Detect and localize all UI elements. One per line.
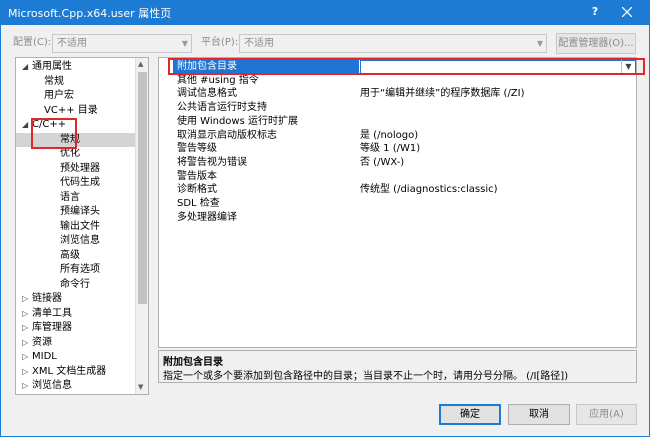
tree-item[interactable]: 清单工具 [32, 307, 72, 321]
property-row[interactable]: 取消显示启动版权标志 是 (/nologo) [159, 129, 636, 143]
property-row[interactable]: 警告版本 [159, 170, 636, 184]
platform-label: 平台(P): [201, 37, 239, 48]
property-value: 传统型 (/diagnostics:classic) [360, 184, 498, 196]
property-name: 调试信息格式 [177, 88, 237, 100]
property-row[interactable]: 附加包含目录 ▼ [159, 60, 636, 74]
tree-item[interactable]: 浏览信息 [32, 379, 72, 393]
tree-item[interactable]: 链接器 [32, 292, 62, 306]
tree-item[interactable]: 所有选项 [60, 263, 100, 277]
tree-item[interactable]: 优化 [60, 147, 80, 161]
property-row[interactable]: SDL 检查 [159, 197, 636, 211]
tree-item[interactable]: 库管理器 [32, 321, 72, 335]
property-name: 取消显示启动版权标志 [177, 129, 277, 141]
description-text: 指定一个或多个要添加到包含路径中的目录；当目录不止一个时，请用分号分隔。 (/I… [163, 371, 569, 382]
property-name: 诊断格式 [177, 184, 217, 196]
tree-item[interactable]: MIDL [32, 350, 57, 364]
property-name: 公共语言运行时支持 [177, 102, 267, 114]
tree-scrollbar[interactable]: ▲ ▼ [135, 58, 148, 394]
config-manager-button[interactable]: 配置管理器(O)... [556, 33, 636, 54]
tree-item[interactable]: C/C++ [32, 118, 66, 132]
close-button[interactable] [612, 0, 642, 25]
scroll-down-icon[interactable]: ▼ [138, 383, 143, 391]
tree-item[interactable]: 命令行 [60, 278, 90, 292]
tree-item[interactable]: 输出文件 [60, 220, 100, 234]
close-icon [621, 6, 633, 18]
property-value: 用于“编辑并继续”的程序数据库 (/ZI) [360, 88, 525, 100]
property-name: SDL 检查 [177, 198, 220, 209]
scrollbar-thumb[interactable] [138, 72, 147, 304]
chevron-down-icon: ▼ [536, 39, 543, 48]
configuration-label: 配置(C): [13, 37, 52, 48]
tree-item[interactable]: VC++ 目录 [44, 104, 98, 118]
property-row[interactable]: 诊断格式 传统型 (/diagnostics:classic) [159, 183, 636, 197]
property-row[interactable]: 警告等级 等级 1 (/W1) [159, 142, 636, 156]
property-name: 附加包含目录 [177, 61, 237, 72]
property-value: 等级 1 (/W1) [360, 143, 421, 155]
tree-item[interactable]: 语言 [60, 191, 80, 205]
property-name-cell[interactable]: 附加包含目录 [173, 60, 359, 74]
configuration-value: 不适用 [57, 38, 87, 49]
property-name: 多处理器编译 [177, 211, 237, 223]
property-row[interactable]: 调试信息格式 用于“编辑并继续”的程序数据库 (/ZI) [159, 87, 636, 101]
scroll-up-icon[interactable]: ▲ [138, 60, 143, 68]
tree-item[interactable]: 资源 [32, 336, 52, 350]
configuration-select[interactable]: 不适用 ▼ [52, 34, 192, 53]
property-value: 是 (/nologo) [360, 129, 419, 141]
property-name: 其他 #using 指令 [177, 74, 259, 86]
property-name: 警告等级 [177, 143, 217, 155]
tree-item[interactable]: 常规 [60, 133, 80, 147]
expand-arrow-icon[interactable]: ▷ [22, 350, 28, 364]
property-row[interactable]: 多处理器编译 [159, 211, 636, 225]
expand-arrow-icon[interactable]: ▷ [22, 321, 28, 335]
property-tree[interactable]: ◢ 通用属性 常规 用户宏 VC++ 目录 ◢ C/C++ 常规 优化 预处理器 代码生成 语言 预编译… [15, 57, 149, 395]
tree-item[interactable]: 代码生成 [60, 176, 100, 190]
property-value: 否 (/WX-) [360, 156, 405, 168]
tree-item[interactable]: 常规 [44, 75, 64, 89]
chevron-down-icon: ▼ [181, 39, 188, 48]
property-row[interactable]: 将警告视为错误 否 (/WX-) [159, 156, 636, 170]
platform-value: 不适用 [244, 38, 274, 49]
tree-item[interactable]: 用户宏 [44, 89, 74, 103]
tree-item[interactable]: 浏览信息 [60, 234, 100, 248]
cancel-button[interactable]: 取消 [508, 404, 570, 425]
collapse-arrow-icon[interactable]: ◢ [22, 60, 28, 74]
tree-item[interactable]: 高级 [60, 249, 80, 263]
tree-item[interactable]: XML 文档生成器 [32, 365, 106, 379]
expand-arrow-icon[interactable]: ▷ [22, 292, 28, 306]
window-title: Microsoft.Cpp.x64.user 属性页 [8, 7, 172, 20]
platform-select[interactable]: 不适用 ▼ [239, 34, 547, 53]
title-bar: Microsoft.Cpp.x64.user 属性页 ? [0, 0, 650, 25]
property-name: 将警告视为错误 [177, 156, 247, 168]
property-name: 使用 Windows 运行时扩展 [177, 115, 298, 127]
apply-button[interactable]: 应用(A) [576, 404, 637, 425]
property-value-input[interactable]: ▼ [360, 60, 636, 74]
help-button[interactable]: ? [580, 0, 610, 25]
description-title: 附加包含目录 [163, 357, 223, 368]
expand-arrow-icon[interactable]: ▷ [22, 307, 28, 321]
description-pane: 附加包含目录 指定一个或多个要添加到包含路径中的目录；当目录不止一个时，请用分号… [158, 350, 637, 383]
expand-arrow-icon[interactable]: ▷ [22, 379, 28, 393]
property-grid: 附加包含目录 ▼ 其他 #using 指令 调试信息格式 用于“编辑并继续”的程序数据库… [158, 57, 637, 348]
property-row[interactable]: 使用 Windows 运行时扩展 [159, 115, 636, 129]
property-name: 警告版本 [177, 170, 217, 182]
ok-button[interactable]: 确定 [439, 404, 501, 425]
expand-arrow-icon[interactable]: ▷ [22, 336, 28, 350]
tree-item[interactable]: 预处理器 [60, 162, 100, 176]
expand-arrow-icon[interactable]: ▷ [22, 365, 28, 379]
chevron-down-icon[interactable]: ▼ [621, 60, 635, 74]
tree-item[interactable]: 通用属性 [32, 60, 72, 74]
tree-item[interactable]: 预编译头 [60, 205, 100, 219]
property-row[interactable]: 其他 #using 指令 [159, 74, 636, 88]
collapse-arrow-icon[interactable]: ◢ [22, 118, 28, 132]
property-row[interactable]: 公共语言运行时支持 [159, 101, 636, 115]
